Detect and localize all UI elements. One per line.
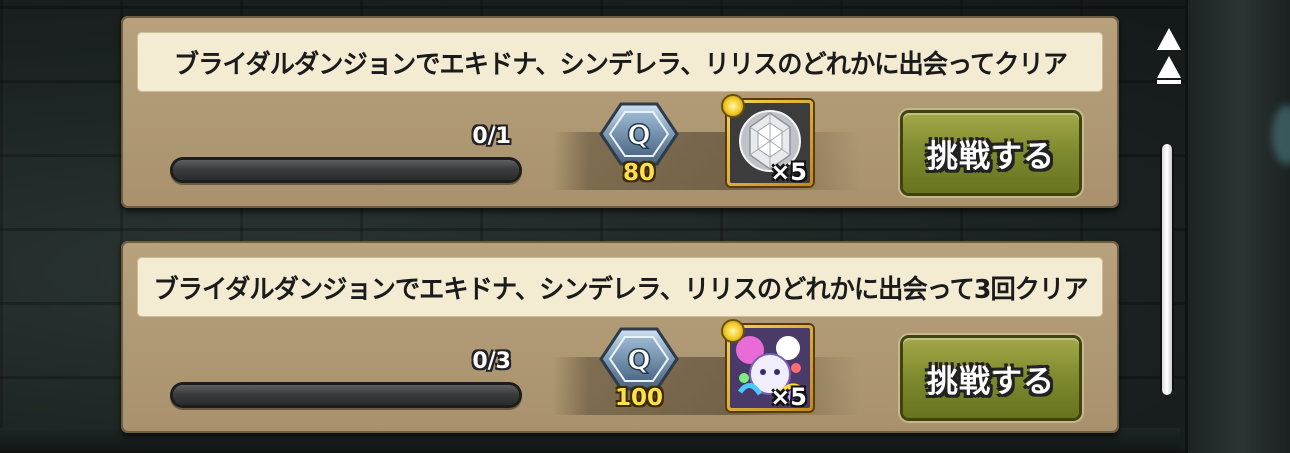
quest-badge-letter: Q bbox=[627, 343, 651, 376]
light-attribute-icon bbox=[723, 96, 743, 116]
scrollbar[interactable] bbox=[1160, 144, 1174, 395]
mission-title: ブライダルダンジョンでエキドナ、シンデレラ、リリスのどれかに出会って3回クリア bbox=[152, 274, 1088, 305]
challenge-button[interactable]: 挑戦する bbox=[903, 113, 1079, 193]
scrollbar-thumb[interactable] bbox=[1162, 144, 1172, 395]
quest-points-value: 100 bbox=[614, 385, 663, 411]
quest-points-value: 80 bbox=[622, 160, 655, 186]
progress-bar bbox=[173, 160, 519, 180]
reward-quantity: ×5 bbox=[770, 158, 807, 186]
mission-title: ブライダルダンジョンでエキドナ、シンデレラ、リリスのどれかに出会ってクリア bbox=[173, 49, 1067, 80]
mission-card: ブライダルダンジョンでエキドナ、シンデレラ、リリスのどれかに出会ってクリア 0/… bbox=[121, 16, 1119, 208]
progress-count: 0/1 bbox=[472, 124, 511, 149]
mission-title-box: ブライダルダンジョンでエキドナ、シンデレラ、リリスのどれかに出会ってクリア bbox=[137, 32, 1103, 92]
mission-card: ブライダルダンジョンでエキドナ、シンデレラ、リリスのどれかに出会って3回クリア … bbox=[121, 241, 1119, 433]
progress-bar bbox=[173, 385, 519, 405]
mission-title-box: ブライダルダンジョンでエキドナ、シンデレラ、リリスのどれかに出会って3回クリア bbox=[137, 257, 1103, 317]
scroll-to-top-icon[interactable] bbox=[1153, 26, 1185, 86]
light-attribute-icon bbox=[723, 321, 743, 341]
quest-badge-letter: Q bbox=[627, 118, 651, 151]
challenge-button-label: 挑戦する bbox=[927, 363, 1055, 400]
reward-quantity: ×5 bbox=[770, 383, 807, 411]
reward-item[interactable]: ×5 bbox=[723, 321, 813, 411]
challenge-button[interactable]: 挑戦する bbox=[903, 338, 1079, 418]
reward-item[interactable]: ×5 bbox=[723, 96, 813, 186]
background-pillar bbox=[1185, 0, 1290, 453]
progress-count: 0/3 bbox=[472, 349, 511, 374]
challenge-button-label: 挑戦する bbox=[927, 138, 1055, 175]
